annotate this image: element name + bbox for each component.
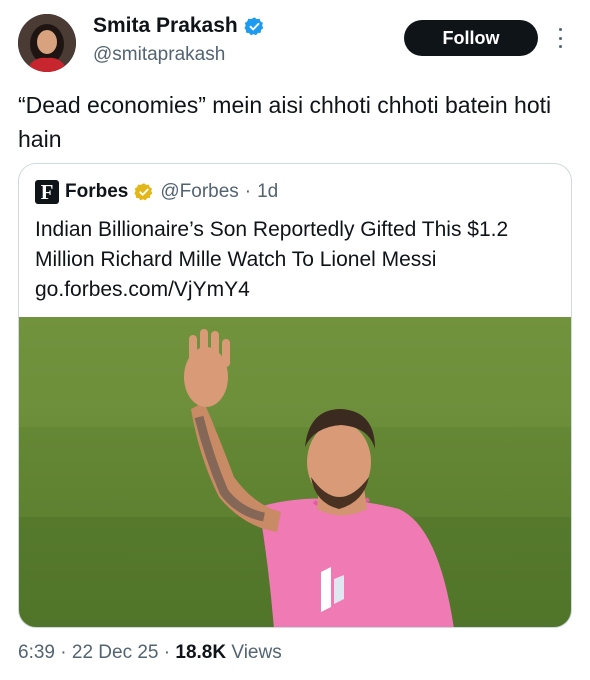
avatar-image (18, 14, 76, 72)
gold-verified-badge-icon (134, 183, 153, 201)
quoted-tweet-text: Indian Billionaire’s Son Reportedly Gift… (35, 218, 509, 301)
separator-dot: · (60, 642, 67, 663)
quoted-tweet-card[interactable]: F Forbes @Forbes · 1d Indian Billionaire… (18, 163, 572, 628)
quoted-tweet-time[interactable]: 1d (257, 181, 278, 203)
tweet-time[interactable]: 6:39 (18, 642, 55, 663)
forbes-logo-avatar[interactable]: F (35, 180, 59, 204)
player-waving-photo (19, 317, 571, 627)
quoted-author-handle[interactable]: @Forbes (160, 181, 238, 203)
follow-button[interactable]: Follow (404, 20, 538, 56)
separator-dot: · (163, 642, 171, 663)
quoted-author-name[interactable]: Forbes (65, 181, 128, 203)
author-name[interactable]: Smita Prakash (93, 14, 238, 38)
tweet-footer: 6:39 · 22 Dec 25 · 18.8K Views (18, 642, 282, 664)
views-count[interactable]: 18.8K (175, 642, 226, 663)
author-avatar[interactable] (18, 14, 76, 72)
author-handle[interactable]: @smitaprakash (93, 44, 225, 66)
verified-badge-icon (244, 16, 264, 35)
tweet-date[interactable]: 22 Dec 25 (72, 642, 159, 663)
separator-dot: · (244, 181, 252, 202)
quoted-tweet-image[interactable] (19, 317, 571, 627)
more-options-icon[interactable] (552, 24, 568, 52)
quoted-tweet-header: F Forbes @Forbes · 1d (35, 180, 278, 204)
views-label[interactable]: Views (231, 642, 281, 663)
author-name-row[interactable]: Smita Prakash (93, 14, 265, 38)
tweet-text: “Dead economies” mein aisi chhoti chhoti… (18, 92, 552, 152)
